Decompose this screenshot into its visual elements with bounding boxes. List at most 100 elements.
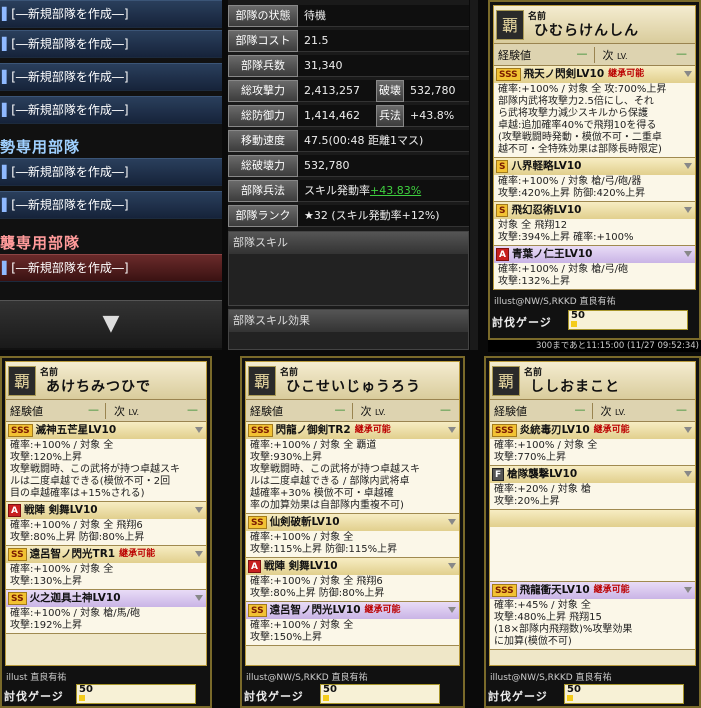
- skill-header[interactable]: SSS 飛天ノ閃剣LV10 継承可能: [494, 66, 695, 83]
- chevron-down-icon[interactable]: [684, 163, 692, 169]
- general-card[interactable]: 覇名前 あけちみつひで 経験値 — 次 LV. — SSS 滅神五芒星LV10 確率:+10…: [0, 356, 212, 708]
- skill-desc-line: 攻撃:20%上昇: [494, 496, 560, 507]
- skill-description: 確率:+100% / 対象 全 覇道 攻撃:930%上昇 攻撃戦闘時、この武将が持つ…: [246, 439, 459, 513]
- scroll-down-button[interactable]: ▼: [0, 300, 222, 348]
- stat-value: +43.8%: [404, 105, 469, 127]
- inherit-tag: 継承可能: [593, 585, 630, 595]
- new-unit-slot[interactable]: ▌[―新規部隊を作成―]: [0, 191, 222, 219]
- inherit-tag: 継承可能: [354, 425, 391, 435]
- chevron-down-icon[interactable]: [195, 551, 203, 557]
- stat-label: 部隊ランク: [228, 205, 298, 227]
- skill-header[interactable]: SS 仙剣破斬LV10: [246, 514, 459, 531]
- stat-value: 1,414,462: [298, 105, 376, 127]
- chevron-down-icon[interactable]: [684, 587, 692, 593]
- chevron-down-icon[interactable]: [195, 595, 203, 601]
- chevron-down-icon[interactable]: [684, 71, 692, 77]
- gauge-value: 50: [79, 684, 93, 695]
- new-unit-slot[interactable]: ▌[―新規部隊を作成―]: [0, 30, 222, 58]
- stat-value: 532,780: [298, 155, 469, 177]
- inherit-tag: 継承可能: [364, 605, 401, 615]
- new-unit-slot[interactable]: ▌[―新規部隊を作成―]: [0, 254, 222, 282]
- general-name: ひこせいじゅうろう: [286, 379, 421, 395]
- skill-header[interactable]: A 青葉ノ仁王LV10: [494, 246, 695, 263]
- gauge-fill: [323, 695, 329, 701]
- skill-header[interactable]: SSS 炎統毒刃LV10 継承可能: [490, 422, 695, 439]
- skill-name: 遠呂智ノ閃光TR1: [29, 548, 116, 560]
- skill-header[interactable]: SSS 閃龍ノ御剣TR2 継承可能: [246, 422, 459, 439]
- skill-desc-line: 卓越:追加確率40%で飛翔10を得る: [498, 120, 657, 131]
- skill-desc-line: 攻撃:420%上昇 防御:420%上昇: [498, 188, 646, 199]
- skill-desc-line: 率の加算効果は自部隊内重複不可): [250, 500, 404, 511]
- new-unit-slot[interactable]: ▌[―新規部隊を作成―]: [0, 96, 222, 124]
- subjugation-gauge: 討伐ゲージ 50: [2, 684, 196, 708]
- skill-desc-line: 攻撃:120%上昇: [10, 452, 82, 463]
- subjugation-gauge: 討伐ゲージ 50: [490, 310, 688, 334]
- heiho-bonus[interactable]: +43.83%: [370, 184, 421, 197]
- skill-header[interactable]: A 戦陣 剣舞LV10: [6, 502, 206, 519]
- new-unit-slot[interactable]: ▌[―新規部隊を作成―]: [0, 158, 222, 186]
- skill-header[interactable]: F 槍隊襲撃LV10: [490, 466, 695, 483]
- skill-header[interactable]: SS 遠呂智ノ閃光LV10 継承可能: [246, 602, 459, 619]
- skill-header[interactable]: SS 遠呂智ノ閃光TR1 継承可能: [6, 546, 206, 563]
- skill-block: SS 遠呂智ノ閃光TR1 継承可能 確率:+100% / 対象 全攻撃:130%上昇: [6, 546, 206, 590]
- general-card[interactable]: 覇名前 ししおまこと 経験値 — 次 LV. — SSS 炎統毒刃LV10 継承可能 確率:+…: [484, 356, 701, 708]
- skill-desc-line: 攻撃戦闘時、この武将が持つ卓越スキ: [10, 464, 180, 475]
- stat-label: 部隊兵数: [228, 55, 298, 77]
- skill-header[interactable]: S 飛幻忍術LV10: [494, 202, 695, 219]
- stat-label: 移動速度: [228, 130, 298, 152]
- slot-icon: ▌: [2, 198, 12, 212]
- chevron-down-icon[interactable]: [448, 607, 456, 613]
- chevron-down-icon[interactable]: [684, 251, 692, 257]
- stat-label: 総破壊力: [228, 155, 298, 177]
- stat-label: 総防御力: [228, 105, 298, 127]
- skill-header[interactable]: SSS 滅神五芒星LV10: [6, 422, 206, 439]
- skill-desc-line: 攻撃:130%上昇: [10, 576, 82, 587]
- chevron-down-icon[interactable]: [195, 507, 203, 513]
- illust-credit: illust@NW/S,RKKD 直良有祐: [490, 673, 612, 683]
- skill-desc-line: 攻撃:394%上昇 確率:+100%: [498, 232, 634, 243]
- skill-block: SS 仙剣破斬LV10 確率:+100% / 対象 全攻撃:115%上昇 防御:11…: [246, 514, 459, 558]
- chevron-down-icon[interactable]: [448, 427, 456, 433]
- skill-block: SSS 炎統毒刃LV10 継承可能 確率:+100% / 対象 全攻撃:770%上昇: [490, 422, 695, 466]
- skill-header[interactable]: A 戦陣 剣舞LV10: [246, 558, 459, 575]
- skill-desc-line: 攻撃:480%上昇 飛翔15: [494, 612, 602, 623]
- skill-rank-badge: SSS: [492, 424, 517, 437]
- skill-header[interactable]: SSS 飛龍衝天LV10 継承可能: [490, 582, 695, 599]
- unit-list-panel: ▌[―新規部隊を作成―] ▌[―新規部隊を作成―] ▌[―新規部隊を作成―] ▌…: [0, 0, 222, 350]
- gauge-value: 50: [571, 310, 585, 321]
- slot-icon: ▌: [2, 261, 12, 275]
- chevron-down-icon[interactable]: [684, 471, 692, 477]
- skill-desc-line: 確率:+100% / 対象 槍/弓/砲: [498, 264, 628, 275]
- gauge-bar: 50: [564, 684, 684, 704]
- skill-desc-line: ら武将攻撃力減少スキルから保護: [498, 108, 648, 119]
- new-unit-slot[interactable]: ▌[―新規部隊を作成―]: [0, 63, 222, 91]
- skill-description: 確率:+45% / 対象 全攻撃:480%上昇 飛翔15 (18×部隊内飛翔数)%…: [490, 599, 695, 649]
- skill-header[interactable]: SS 火之迦具土神LV10: [6, 590, 206, 607]
- subjugation-gauge: 討伐ゲージ 50: [242, 684, 440, 708]
- skill-rank-badge: SSS: [492, 584, 517, 597]
- chevron-down-icon[interactable]: [448, 563, 456, 569]
- skill-header[interactable]: S 八界軽略LV10: [494, 158, 695, 175]
- chevron-down-icon[interactable]: [684, 427, 692, 433]
- gauge-bar: 50: [568, 310, 688, 330]
- skill-rank-badge: SSS: [496, 68, 521, 81]
- skill-desc-line: 越不可・全特殊効果は部隊長時限定): [498, 144, 662, 155]
- skill-desc-line: 確率:+100% / 対象 全 飛翔6: [250, 576, 383, 587]
- skill-desc-line: 攻撃:770%上昇: [494, 452, 566, 463]
- chevron-down-icon[interactable]: [684, 207, 692, 213]
- skill-block: F 槍隊襲撃LV10 確率:+20% / 対象 槍攻撃:20%上昇: [490, 466, 695, 510]
- skill-header[interactable]: [490, 510, 695, 527]
- skill-desc-line: 攻撃:192%上昇: [10, 620, 82, 631]
- chevron-down-icon[interactable]: [195, 427, 203, 433]
- general-card[interactable]: 覇名前 ひこせいじゅうろう 経験値 — 次 LV. — SSS 閃龍ノ御剣TR2 継承可能確…: [240, 356, 465, 708]
- general-card[interactable]: 覇名前 ひむらけんしん 経験値 — 次 LV. — SSS 飛天ノ閃剣LV10 継承可能 確率…: [488, 0, 701, 340]
- stat-value: 31,340: [298, 55, 469, 77]
- skill-desc-line: 確率:+100% / 対象 全: [10, 564, 114, 575]
- skill-desc-line: (18×部隊内飛翔数)%攻撃効果: [494, 624, 633, 635]
- new-unit-slot[interactable]: ▌[―新規部隊を作成―]: [0, 0, 222, 28]
- chevron-down-icon[interactable]: [448, 519, 456, 525]
- exp-row: 経験値 — 次 LV. —: [490, 400, 695, 422]
- section-heading: 勢専用部隊: [0, 138, 81, 156]
- skill-block: SS 火之迦具土神LV10 確率:+100% / 対象 槍/馬/砲 攻撃:192%上昇: [6, 590, 206, 634]
- skill-desc-line: 確率:+100% / 対象 槍/弓/砲/器: [498, 176, 642, 187]
